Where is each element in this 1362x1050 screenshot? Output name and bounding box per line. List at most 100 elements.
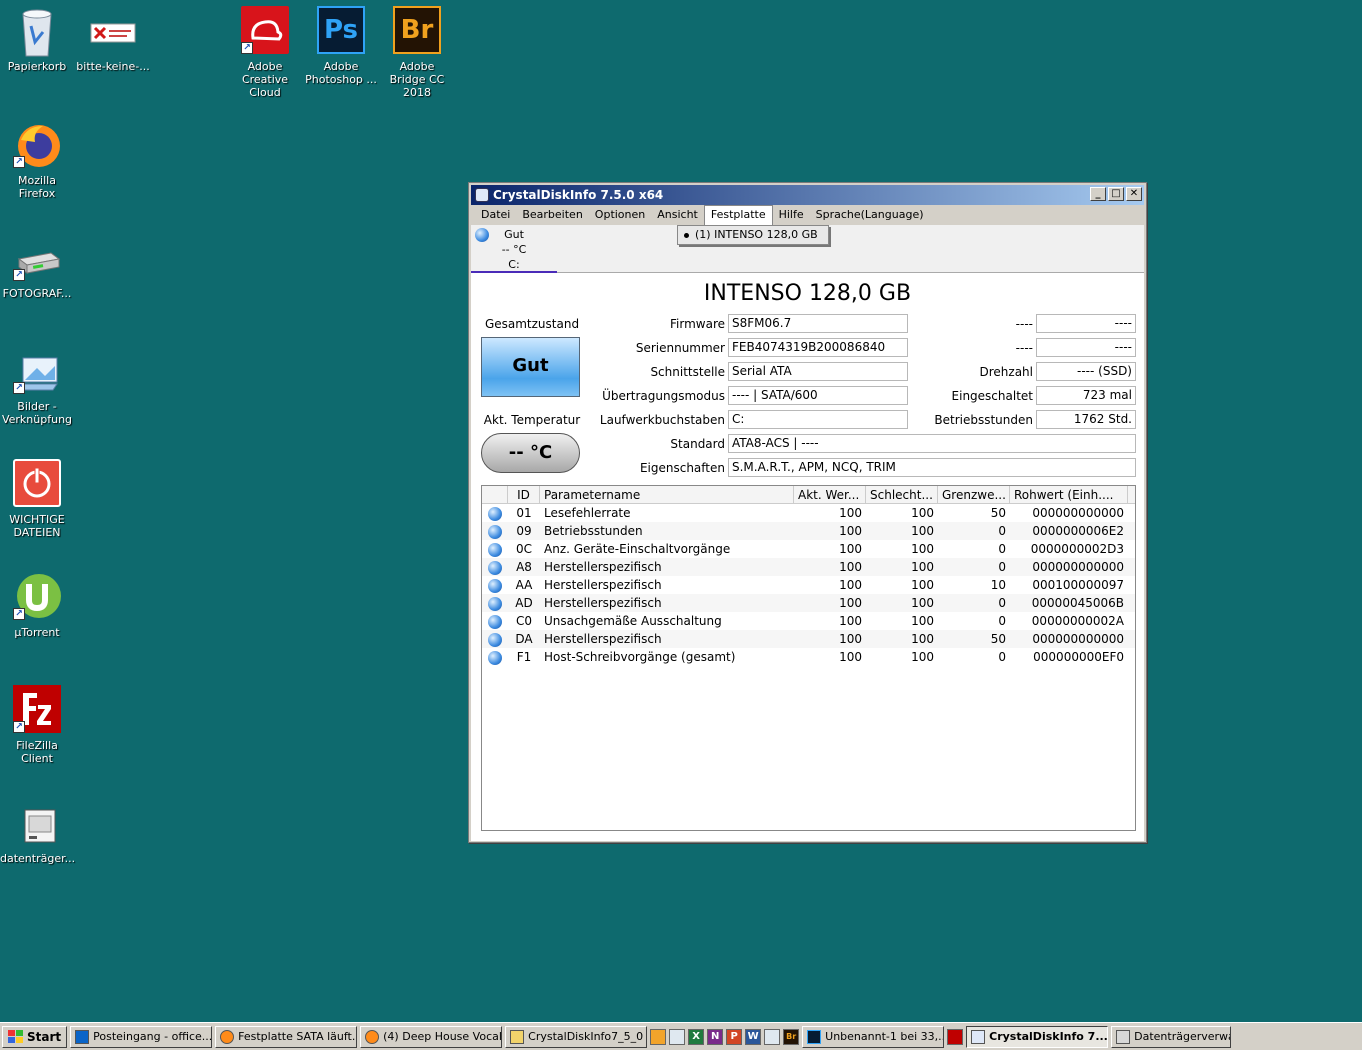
table-row[interactable]: 01 Lesefehlerrate 100 100 50 000000000000 bbox=[482, 504, 1135, 522]
features-label: Eigenschaften bbox=[639, 461, 725, 475]
table-row[interactable]: 09 Betriebsstunden 100 100 0 0000000006E2 bbox=[482, 522, 1135, 540]
adobe-bridge-icon: Br bbox=[393, 6, 441, 54]
raw-cell: 00000000002A bbox=[1031, 614, 1124, 628]
close-button[interactable]: ✕ bbox=[1126, 187, 1142, 201]
menu-festplatte[interactable]: Festplatte bbox=[703, 205, 773, 225]
features-field: S.M.A.R.T., APM, NCQ, TRIM bbox=[728, 458, 1136, 477]
header-status[interactable] bbox=[482, 486, 508, 503]
task-disk-management[interactable]: Datenträgerverwalt... bbox=[1111, 1025, 1232, 1048]
power-on-count-label: Eingeschaltet bbox=[951, 389, 1033, 403]
notepad-icon[interactable] bbox=[669, 1028, 686, 1045]
id-cell: AA bbox=[515, 578, 533, 592]
current-cell: 100 bbox=[839, 560, 862, 574]
recycle-bin-icon bbox=[13, 6, 61, 57]
menu-sprache[interactable]: Sprache(Language) bbox=[810, 205, 930, 225]
onenote-icon[interactable]: N bbox=[707, 1028, 724, 1045]
header-parameter[interactable]: Parametername bbox=[540, 486, 794, 503]
table-row[interactable]: C0 Unsachgemäße Ausschaltung 100 100 0 000000… bbox=[482, 612, 1135, 630]
serial-label: Seriennummer bbox=[635, 341, 725, 355]
desktop-icon-firefox[interactable]: ↗ Mozilla Firefox bbox=[0, 120, 74, 200]
desktop-icon-wichtige-dateien[interactable]: WICHTIGE DATEIEN bbox=[0, 459, 74, 539]
desktop-icon-label: Adobe Creative Cloud bbox=[241, 60, 289, 99]
temperature-label: Akt. Temperatur bbox=[483, 413, 581, 427]
desktop-icon-label: bitte-keine-... bbox=[76, 60, 150, 73]
menu-datei[interactable]: Datei bbox=[475, 205, 516, 225]
raw-cell: 000000000000 bbox=[1032, 632, 1124, 646]
table-row[interactable]: F1 Host-Schreibvorgänge (gesamt) 100 100 0 00… bbox=[482, 648, 1135, 666]
task-crystaldiskinfo[interactable]: CrystalDiskInfo 7.... bbox=[966, 1025, 1109, 1048]
table-row[interactable]: 0C Anz. Geräte-Einschaltvorgänge 100 100 0 00… bbox=[482, 540, 1135, 558]
document-icon bbox=[89, 6, 137, 54]
word-icon[interactable]: W bbox=[745, 1028, 762, 1045]
interface-label: Schnittstelle bbox=[650, 365, 725, 379]
crystaldiskinfo-window: CrystalDiskInfo 7.5.0 x64 _ □ ✕ Datei Be… bbox=[468, 182, 1147, 843]
health-status-button[interactable]: Gut bbox=[481, 337, 580, 397]
shortcut-arrow-icon: ↗ bbox=[13, 721, 25, 733]
menu-bearbeiten[interactable]: Bearbeiten bbox=[516, 205, 588, 225]
raw-cell: 0000000002D3 bbox=[1030, 542, 1124, 556]
bridge-icon[interactable]: Br bbox=[783, 1028, 800, 1045]
drive-tab-c[interactable]: Gut -- °C C: bbox=[471, 225, 557, 273]
temperature-button[interactable]: -- °C bbox=[481, 433, 580, 473]
task-outlook[interactable]: Posteingang - office... bbox=[70, 1025, 213, 1048]
menu-hilfe[interactable]: Hilfe bbox=[773, 205, 810, 225]
current-cell: 100 bbox=[839, 614, 862, 628]
desktop-icon-datentraeger[interactable]: datenträger... bbox=[0, 798, 75, 865]
desktop-icon-label: Mozilla Firefox bbox=[18, 174, 56, 200]
menu-optionen[interactable]: Optionen bbox=[589, 205, 651, 225]
task-folder[interactable]: CrystalDiskInfo7_5_0 bbox=[505, 1025, 648, 1048]
header-threshold[interactable]: Grenzwe... bbox=[938, 486, 1010, 503]
header-worst[interactable]: Schlecht... bbox=[866, 486, 938, 503]
start-button[interactable]: Start bbox=[2, 1025, 68, 1048]
pictures-folder-icon: ↗ bbox=[13, 346, 61, 394]
desktop-icon-creative-cloud[interactable]: ↗ Adobe Creative Cloud bbox=[228, 6, 302, 99]
minimize-button[interactable]: _ bbox=[1090, 187, 1106, 201]
header-raw[interactable]: Rohwert (Einh.... bbox=[1010, 486, 1128, 503]
rotation-rate-field: ---- (SSD) bbox=[1036, 362, 1136, 381]
window-icon[interactable] bbox=[764, 1028, 781, 1045]
worst-cell: 100 bbox=[911, 596, 934, 610]
table-row[interactable]: AD Herstellerspezifisch 100 100 0 00000045006… bbox=[482, 594, 1135, 612]
worst-cell: 100 bbox=[911, 524, 934, 538]
desktop-icon-bitte-keine[interactable]: bitte-keine-... bbox=[76, 6, 150, 73]
desktop-icon-utorrent[interactable]: ↗ µTorrent bbox=[0, 572, 74, 639]
table-row[interactable]: A8 Herstellerspezifisch 100 100 0 00000000000… bbox=[482, 558, 1135, 576]
media-player-icon[interactable] bbox=[650, 1028, 667, 1045]
desktop-icon-label: Adobe Bridge CC 2018 bbox=[389, 60, 445, 99]
task-firefox-2[interactable]: (4) Deep House Vocal... bbox=[360, 1025, 503, 1048]
parameter-cell: Anz. Geräte-Einschaltvorgänge bbox=[544, 542, 731, 556]
current-cell: 100 bbox=[839, 596, 862, 610]
desktop-icon-filezilla[interactable]: ↗ FileZilla Client bbox=[0, 685, 74, 765]
desktop-icon-bilder[interactable]: ↗ Bilder - Verknüpfung bbox=[0, 346, 74, 426]
task-photoshop[interactable]: Unbenannt-1 bei 33,... bbox=[802, 1025, 945, 1048]
filezilla-icon[interactable] bbox=[947, 1028, 964, 1045]
desktop-icon-label: WICHTIGE DATEIEN bbox=[9, 513, 65, 539]
powerpoint-icon[interactable]: P bbox=[726, 1028, 743, 1045]
table-row[interactable]: AA Herstellerspezifisch 100 100 10 0001000000… bbox=[482, 576, 1135, 594]
excel-icon[interactable]: X bbox=[688, 1028, 705, 1045]
threshold-cell: 0 bbox=[998, 650, 1006, 664]
task-firefox-1[interactable]: Festplatte SATA läuft... bbox=[215, 1025, 358, 1048]
desktop-icon-label: µTorrent bbox=[14, 626, 60, 639]
adobe-photoshop-icon: Ps bbox=[317, 6, 365, 54]
desktop-icon-photoshop[interactable]: Ps Adobe Photoshop ... bbox=[304, 6, 378, 86]
desktop-icon-recycle-bin[interactable]: Papierkorb bbox=[0, 6, 74, 73]
folder-icon bbox=[510, 1029, 525, 1044]
desktop-icon-bridge[interactable]: Br Adobe Bridge CC 2018 bbox=[380, 6, 454, 99]
id-cell: 0C bbox=[515, 542, 532, 556]
threshold-cell: 10 bbox=[990, 578, 1006, 592]
status-ball-icon bbox=[488, 506, 502, 521]
festplatte-menu-item-disk-1[interactable]: (1) INTENSO 128,0 GB bbox=[677, 225, 829, 245]
table-row[interactable]: DA Herstellerspezifisch 100 100 50 0000000000… bbox=[482, 630, 1135, 648]
header-id[interactable]: ID bbox=[508, 486, 540, 503]
maximize-button[interactable]: □ bbox=[1108, 187, 1124, 201]
header-current[interactable]: Akt. Wer... bbox=[794, 486, 866, 503]
window-titlebar[interactable]: CrystalDiskInfo 7.5.0 x64 _ □ ✕ bbox=[471, 185, 1144, 205]
menu-ansicht[interactable]: Ansicht bbox=[651, 205, 704, 225]
shortcut-arrow-icon: ↗ bbox=[241, 42, 253, 54]
id-cell: AD bbox=[515, 596, 533, 610]
worst-cell: 100 bbox=[911, 560, 934, 574]
parameter-cell: Herstellerspezifisch bbox=[544, 596, 662, 610]
desktop-icon-fotograf[interactable]: ↗ FOTOGRAF... bbox=[0, 233, 74, 300]
smart-attributes-table[interactable]: ID Parametername Akt. Wer... Schlecht...… bbox=[481, 485, 1136, 831]
